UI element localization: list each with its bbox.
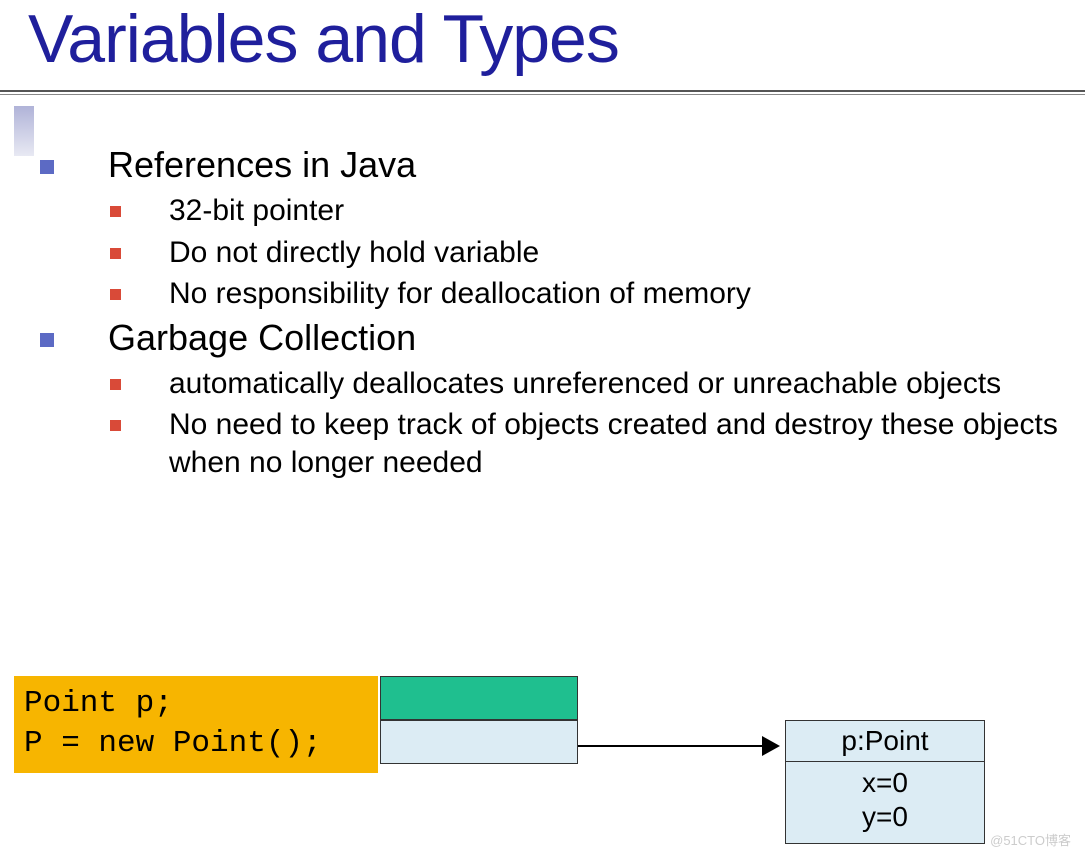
arrow-icon (578, 736, 780, 756)
square-bullet-icon (40, 333, 54, 347)
slide-title: Variables and Types (0, 0, 1085, 90)
object-diagram: p:Point x=0 y=0 (785, 720, 985, 844)
memory-cell-green (380, 676, 578, 720)
bullet-lvl1: Garbage Collection (40, 317, 1085, 359)
square-bullet-icon (110, 248, 121, 259)
lvl2-text: No need to keep track of objects created… (169, 406, 1069, 481)
lvl2-text: automatically deallocates unreferenced o… (169, 365, 1001, 403)
square-bullet-icon (110, 420, 121, 431)
square-bullet-icon (40, 160, 54, 174)
code-block: Point p; P = new Point(); (14, 676, 378, 773)
bullet-lvl2: No need to keep track of objects created… (110, 406, 1085, 481)
bullet-lvl2: 32-bit pointer (110, 192, 1085, 230)
lvl1-heading: References in Java (108, 144, 416, 186)
bullet-lvl1: References in Java (40, 144, 1085, 186)
object-header: p:Point (786, 721, 984, 762)
bullet-lvl2: No responsibility for deallocation of me… (110, 275, 1085, 313)
object-field: y=0 (786, 800, 984, 834)
content-area: References in Java 32-bit pointer Do not… (0, 144, 1085, 481)
memory-cell-blue (380, 720, 578, 764)
object-field: x=0 (786, 766, 984, 800)
square-bullet-icon (110, 206, 121, 217)
bullet-lvl2: automatically deallocates unreferenced o… (110, 365, 1085, 403)
lvl2-text: No responsibility for deallocation of me… (169, 275, 751, 313)
bullet-lvl2: Do not directly hold variable (110, 234, 1085, 272)
lvl1-heading: Garbage Collection (108, 317, 416, 359)
object-body: x=0 y=0 (786, 762, 984, 843)
lvl2-text: 32-bit pointer (169, 192, 344, 230)
code-line: Point p; (24, 684, 368, 724)
title-shadow-accent (14, 106, 34, 156)
lvl2-text: Do not directly hold variable (169, 234, 539, 272)
watermark: @51CTO博客 (990, 830, 1071, 849)
code-line: P = new Point(); (24, 724, 368, 764)
square-bullet-icon (110, 379, 121, 390)
title-underline (0, 90, 1085, 96)
square-bullet-icon (110, 289, 121, 300)
